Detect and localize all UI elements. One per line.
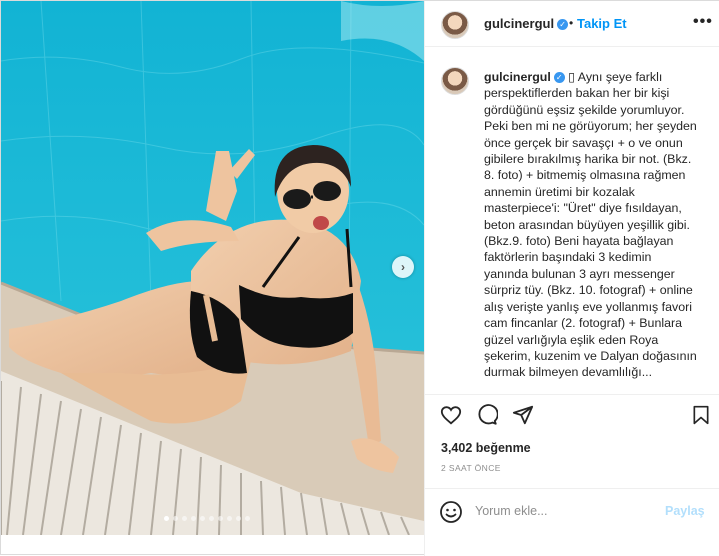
post-media[interactable]: › [1, 1, 424, 535]
emoji-button[interactable] [439, 500, 463, 524]
carousel-next-button[interactable]: › [392, 256, 414, 278]
share-icon [512, 405, 534, 425]
share-button[interactable] [511, 403, 535, 427]
header-username[interactable]: gulcinergul [484, 16, 554, 31]
bookmark-icon [693, 405, 709, 425]
carousel-dot [191, 516, 196, 521]
carousel-dot [227, 516, 232, 521]
caption-text: ▯ Aynı şeye farklı perspektiflerden baka… [484, 70, 697, 380]
caption-avatar[interactable] [441, 67, 469, 95]
post-side-panel: gulcinergul ✓ • Takip Et ••• gulcinergul ✓… [424, 1, 719, 556]
save-button[interactable] [689, 403, 713, 427]
comment-input[interactable] [475, 504, 655, 518]
verified-badge-icon: ✓ [557, 19, 569, 31]
carousel-dot [200, 516, 205, 521]
post-timestamp[interactable]: 2 SAAT ÖNCE [441, 463, 501, 473]
comment-button[interactable] [475, 403, 499, 427]
ellipsis-icon: ••• [693, 13, 713, 30]
carousel-dot [164, 516, 169, 521]
carousel-indicator [164, 516, 250, 521]
post-actions [425, 394, 719, 434]
avatar[interactable] [441, 11, 469, 39]
comment-icon [478, 404, 498, 425]
post-comment-button[interactable]: Paylaş [665, 504, 705, 518]
carousel-dot [173, 516, 178, 521]
carousel-dot [218, 516, 223, 521]
comment-bar: Paylaş [425, 488, 719, 534]
caption-fade [484, 379, 710, 389]
header-username-wrapper[interactable]: gulcinergul ✓ [484, 16, 569, 31]
header-separator: • [569, 16, 574, 30]
carousel-dot [236, 516, 241, 521]
post-caption: gulcinergul ✓ ▯ Aynı şeye farklı perspekt… [484, 69, 710, 381]
verified-badge-icon: ✓ [553, 72, 565, 84]
post-header: gulcinergul ✓ • Takip Et ••• [425, 1, 719, 47]
carousel-dot [209, 516, 214, 521]
post-photo [1, 1, 424, 535]
chevron-right-icon: › [401, 260, 405, 274]
post-dialog: › gulcinergul ✓ • Takip Et ••• gulcinergu… [0, 0, 719, 556]
heart-icon [440, 406, 462, 425]
like-button[interactable] [439, 403, 463, 427]
more-options-button[interactable]: ••• [693, 13, 713, 31]
likes-count[interactable]: 3,402 beğenme [441, 441, 531, 455]
smiley-icon [440, 501, 462, 523]
carousel-dot [245, 516, 250, 521]
caption-username[interactable]: gulcinergul [484, 70, 551, 84]
follow-button[interactable]: Takip Et [577, 16, 627, 31]
carousel-dot [182, 516, 187, 521]
